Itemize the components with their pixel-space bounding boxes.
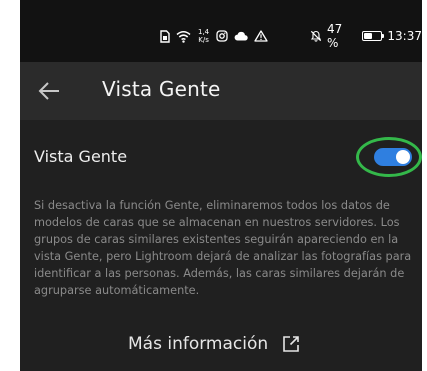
status-right: 47 % 13:37 xyxy=(310,22,422,50)
page-title: Vista Gente xyxy=(102,77,221,101)
sim-icon xyxy=(160,29,170,43)
more-info-link[interactable]: Más información xyxy=(128,334,300,354)
app-bar: Vista Gente xyxy=(20,62,422,120)
setting-label: Vista Gente xyxy=(34,147,128,166)
battery-level xyxy=(364,33,373,39)
network-speed: 1,4 K/s xyxy=(198,28,209,44)
battery-percent: 47 % xyxy=(326,22,343,50)
vista-gente-toggle[interactable] xyxy=(374,148,412,166)
phone-screen: 1,4 K/s 47 % 13:37 Vista Gente Vista Gen… xyxy=(20,0,422,371)
instagram-icon xyxy=(216,30,228,42)
arrow-left-icon[interactable] xyxy=(38,81,60,101)
wifi-icon xyxy=(176,30,191,43)
network-speed-unit: K/s xyxy=(198,36,209,44)
network-speed-value: 1,4 xyxy=(198,28,210,36)
cloud-icon xyxy=(234,31,248,41)
setting-description: Si desactiva la función Gente, eliminare… xyxy=(34,199,412,297)
status-icons: 1,4 K/s xyxy=(160,26,268,46)
toggle-knob xyxy=(396,150,410,164)
external-link-icon xyxy=(283,336,299,352)
bell-off-icon xyxy=(310,30,322,42)
vista-gente-setting-row: Vista Gente xyxy=(20,137,422,177)
status-time: 13:37 xyxy=(387,29,422,43)
warning-icon xyxy=(254,30,268,42)
battery-icon xyxy=(362,31,385,41)
more-info-label: Más información xyxy=(128,334,269,354)
status-bar: 1,4 K/s 47 % 13:37 xyxy=(20,0,422,62)
